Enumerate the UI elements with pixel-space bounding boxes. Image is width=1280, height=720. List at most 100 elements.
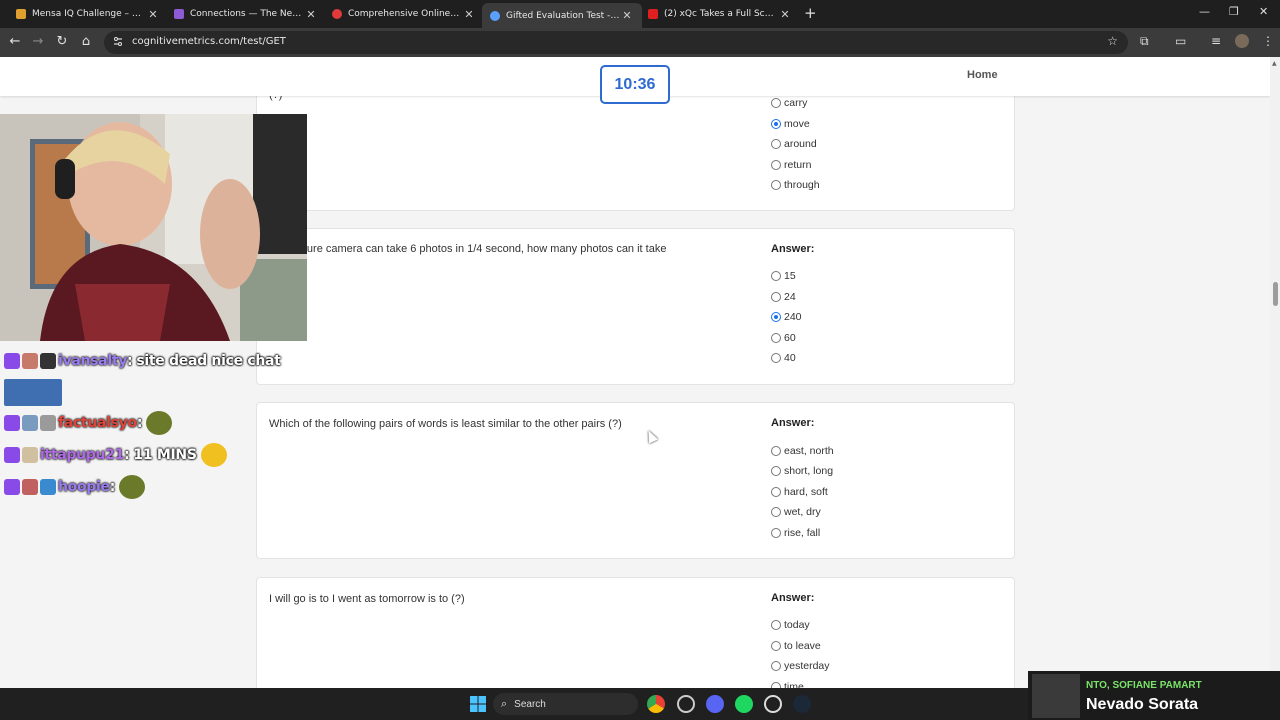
cast-icon[interactable]: ▭ — [1175, 34, 1186, 48]
answer-option[interactable]: around — [771, 137, 817, 151]
turtle-emote-icon — [119, 475, 146, 499]
radio-button[interactable] — [771, 446, 781, 456]
answer-option[interactable]: through — [771, 178, 820, 192]
tab-comprehensive-iq[interactable]: Comprehensive Online IQ Test | ✕ — [324, 3, 484, 25]
spotify-icon[interactable] — [735, 695, 753, 713]
question-text: Which of the following pairs of words is… — [269, 418, 622, 430]
bookmark-star-icon[interactable]: ☆ — [1107, 34, 1118, 48]
radio-button[interactable] — [771, 139, 781, 149]
search-icon: ⌕ — [501, 697, 508, 710]
answer-option[interactable]: 60 — [771, 331, 796, 345]
github-icon[interactable] — [764, 695, 782, 713]
scrollbar-thumb[interactable] — [1273, 282, 1278, 306]
minimize-icon[interactable]: — — [1199, 5, 1210, 18]
question-text-line: conds? — [269, 257, 749, 273]
nav-home-link[interactable]: Home — [967, 69, 998, 81]
radio-button[interactable] — [771, 487, 781, 497]
back-icon[interactable]: ← — [6, 33, 24, 51]
extensions-icon[interactable]: ⧉ — [1140, 34, 1149, 49]
steam-icon[interactable] — [793, 695, 811, 713]
browser-tab-bar: Mensa IQ Challenge – Mensa I ✕ Connectio… — [0, 0, 1280, 28]
close-tab-icon[interactable]: ✕ — [462, 8, 476, 21]
profile-avatar[interactable] — [1235, 34, 1249, 48]
countdown-timer: 10:36 — [600, 65, 670, 104]
webcam-overlay — [0, 114, 307, 341]
radio-button[interactable] — [771, 292, 781, 302]
answer-option[interactable]: 15 — [771, 269, 796, 283]
webcam-feed-image — [0, 114, 307, 341]
media-control-icon[interactable]: ≡ — [1211, 34, 1221, 48]
mod-badge-icon — [40, 353, 56, 369]
answer-option[interactable]: rise, fall — [771, 526, 820, 540]
radio-button[interactable] — [771, 466, 781, 476]
answer-option[interactable]: east, north — [771, 444, 834, 458]
answer-option[interactable]: 24 — [771, 290, 796, 304]
answer-option[interactable]: wet, dry — [771, 505, 821, 519]
option-label: short, long — [784, 465, 834, 477]
radio-button[interactable] — [771, 641, 781, 651]
chat-username: ivansalty — [58, 353, 128, 369]
radio-button[interactable] — [771, 333, 781, 343]
answer-option[interactable]: return — [771, 158, 811, 172]
radio-button[interactable] — [771, 661, 781, 671]
discord-icon[interactable] — [706, 695, 724, 713]
taskbar-search[interactable]: ⌕ Search — [493, 693, 638, 715]
radio-button[interactable] — [771, 312, 781, 322]
site-info-icon[interactable] — [112, 36, 124, 48]
tab-connections[interactable]: Connections — The New York T ✕ — [166, 3, 326, 25]
option-label: 240 — [784, 311, 802, 323]
chat-username: ittapupu21 — [40, 447, 125, 463]
question-text-line: tion picture camera can take 6 photos in… — [269, 243, 667, 255]
tab-title: Mensa IQ Challenge – Mensa I — [32, 9, 146, 19]
new-tab-button[interactable]: + — [804, 4, 817, 22]
answer-option[interactable]: today — [771, 618, 810, 632]
reload-icon[interactable]: ↻ — [53, 33, 71, 51]
radio-button[interactable] — [771, 353, 781, 363]
answer-option[interactable]: time — [771, 680, 804, 688]
chat-message: ivansalty : site dead nice chat — [4, 345, 304, 377]
radio-button[interactable] — [771, 119, 781, 129]
answer-option[interactable]: move — [771, 117, 810, 131]
answer-option[interactable]: 40 — [771, 351, 796, 365]
tab-youtube-xqc[interactable]: (2) xQc Takes a Full Scale IQ Tes ✕ — [640, 3, 800, 25]
answer-option[interactable]: hard, soft — [771, 485, 828, 499]
answer-option[interactable]: short, long — [771, 464, 833, 478]
radio-button[interactable] — [771, 528, 781, 538]
close-window-icon[interactable]: ✕ — [1259, 5, 1268, 18]
tab-mensa[interactable]: Mensa IQ Challenge – Mensa I ✕ — [8, 3, 168, 25]
sub-badge-icon — [22, 447, 38, 463]
radio-button[interactable] — [771, 180, 781, 190]
menu-kebab-icon[interactable]: ⋮ — [1262, 34, 1274, 48]
close-tab-icon[interactable]: ✕ — [146, 8, 160, 21]
home-icon[interactable]: ⌂ — [77, 33, 95, 51]
chat-separator: : — [136, 415, 143, 431]
address-bar[interactable]: cognitivemetrics.com/test/GET ☆ — [104, 31, 1128, 54]
close-tab-icon[interactable]: ✕ — [304, 8, 318, 21]
page-scrollbar[interactable]: ▲ — [1270, 57, 1280, 688]
answer-option[interactable]: 240 — [771, 310, 802, 324]
restore-icon[interactable]: ❐ — [1229, 5, 1239, 18]
radio-button[interactable] — [771, 98, 781, 108]
radio-button[interactable] — [771, 271, 781, 281]
tab-title: (2) xQc Takes a Full Scale IQ Tes — [664, 9, 778, 19]
close-tab-icon[interactable]: ✕ — [778, 8, 792, 21]
radio-button[interactable] — [771, 620, 781, 630]
option-label: move — [784, 118, 810, 130]
scroll-up-icon[interactable]: ▲ — [1272, 60, 1277, 67]
answer-option[interactable]: to leave — [771, 639, 821, 653]
forward-icon[interactable]: → — [29, 33, 47, 51]
answer-option[interactable]: yesterday — [771, 659, 830, 673]
option-label: around — [784, 138, 817, 150]
chat-message: hoopie : — [4, 471, 304, 503]
close-tab-icon[interactable]: ✕ — [620, 9, 634, 22]
chrome-icon[interactable] — [647, 695, 665, 713]
answer-option[interactable]: carry — [771, 96, 807, 110]
radio-button[interactable] — [771, 160, 781, 170]
minion-emote-icon — [4, 378, 62, 406]
windows-start-icon[interactable] — [469, 695, 487, 713]
radio-button[interactable] — [771, 507, 781, 517]
tab-gifted-evaluation[interactable]: Gifted Evaluation Test - Quick, A ✕ — [482, 3, 642, 28]
settings-gear-icon[interactable] — [677, 695, 695, 713]
option-label: hard, soft — [784, 486, 828, 498]
chat-message: ittapupu21 : 11 MINS — [4, 439, 304, 471]
